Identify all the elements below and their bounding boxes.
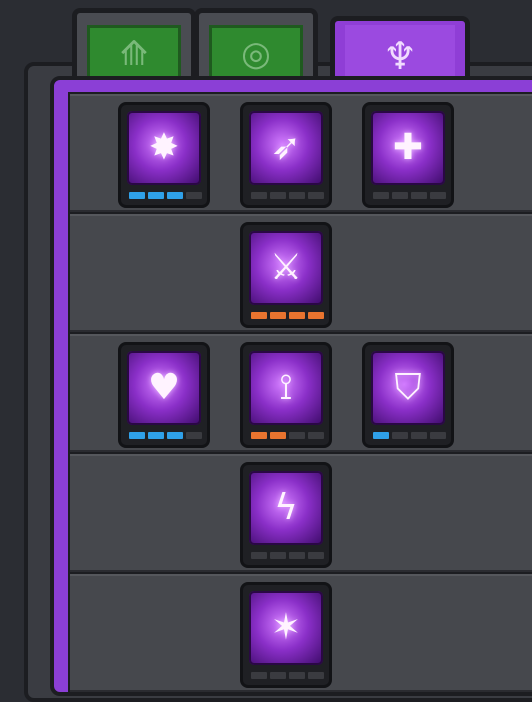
level-pip bbox=[289, 552, 305, 559]
skill-slot[interactable]: ⟟ bbox=[240, 342, 332, 448]
skill-slot[interactable]: ⚔ bbox=[240, 222, 332, 328]
dash-strike-icon: ➶ bbox=[249, 111, 323, 185]
level-pip bbox=[129, 192, 145, 199]
skill-tier-2: ⚔ bbox=[70, 214, 532, 332]
skill-tree: ✸ ➶ ✚ ⚔ ♥ ⟟ ⛉ ϟ ✶ bbox=[68, 92, 532, 692]
skill-slot[interactable]: ⛉ bbox=[362, 342, 454, 448]
twin-swords-icon: ⚔ bbox=[249, 231, 323, 305]
skill-level-pips bbox=[251, 672, 324, 679]
level-pip bbox=[270, 192, 286, 199]
skill-tier-5: ✶ bbox=[70, 574, 532, 692]
level-pip bbox=[289, 432, 305, 439]
level-pip bbox=[186, 432, 202, 439]
burst-flames-icon: ✸ bbox=[127, 111, 201, 185]
skill-panel: ✸ ➶ ✚ ⚔ ♥ ⟟ ⛉ ϟ ✶ bbox=[50, 76, 532, 696]
skill-tier-1: ✸ ➶ ✚ bbox=[70, 94, 532, 212]
skill-level-pips bbox=[373, 432, 446, 439]
skill-slot[interactable]: ➶ bbox=[240, 102, 332, 208]
shield-up-icon: ⛉ bbox=[371, 351, 445, 425]
spiral-icon: ◎ bbox=[241, 34, 271, 74]
level-pip bbox=[251, 192, 267, 199]
level-pip bbox=[251, 312, 267, 319]
level-pip bbox=[373, 192, 389, 199]
skill-level-pips bbox=[251, 552, 324, 559]
level-pip bbox=[270, 672, 286, 679]
level-pip bbox=[148, 192, 164, 199]
level-pip bbox=[411, 192, 427, 199]
level-pip bbox=[167, 192, 183, 199]
level-pip bbox=[392, 192, 408, 199]
bow-icon: ⟰ bbox=[119, 34, 149, 74]
skill-level-pips bbox=[251, 312, 324, 319]
level-pip bbox=[308, 192, 324, 199]
level-pip bbox=[270, 312, 286, 319]
tab-spiral[interactable]: ◎ bbox=[194, 8, 318, 80]
skill-level-pips bbox=[251, 432, 324, 439]
skill-slot[interactable]: ✸ bbox=[118, 102, 210, 208]
level-pip bbox=[308, 672, 324, 679]
lightning-arrow-icon: ϟ bbox=[249, 471, 323, 545]
skill-level-pips bbox=[129, 432, 202, 439]
sword-storm-icon: ✶ bbox=[249, 591, 323, 665]
skill-level-pips bbox=[129, 192, 202, 199]
pet-heart-icon: ♥ bbox=[127, 351, 201, 425]
level-pip bbox=[148, 432, 164, 439]
skill-slot[interactable]: ✶ bbox=[240, 582, 332, 688]
level-pip bbox=[411, 432, 427, 439]
level-pip bbox=[251, 432, 267, 439]
level-pip bbox=[308, 432, 324, 439]
skill-tier-4: ϟ bbox=[70, 454, 532, 572]
level-pip bbox=[251, 552, 267, 559]
level-pip bbox=[430, 192, 446, 199]
level-pip bbox=[289, 672, 305, 679]
skill-slot[interactable]: ♥ bbox=[118, 342, 210, 448]
skill-slot[interactable]: ✚ bbox=[362, 102, 454, 208]
level-pip bbox=[392, 432, 408, 439]
level-pip bbox=[270, 432, 286, 439]
sword-pillar-icon: ⟟ bbox=[249, 351, 323, 425]
level-pip bbox=[167, 432, 183, 439]
heal-cross-icon: ✚ bbox=[371, 111, 445, 185]
level-pip bbox=[289, 312, 305, 319]
level-pip bbox=[129, 432, 145, 439]
level-pip bbox=[373, 432, 389, 439]
level-pip bbox=[289, 192, 305, 199]
tab-archery[interactable]: ⟰ bbox=[72, 8, 196, 80]
skill-tier-3: ♥ ⟟ ⛉ bbox=[70, 334, 532, 452]
crest-icon: ♆ bbox=[382, 33, 418, 78]
level-pip bbox=[186, 192, 202, 199]
level-pip bbox=[270, 552, 286, 559]
level-pip bbox=[308, 312, 324, 319]
skill-level-pips bbox=[251, 192, 324, 199]
level-pip bbox=[251, 672, 267, 679]
level-pip bbox=[308, 552, 324, 559]
skill-level-pips bbox=[373, 192, 446, 199]
level-pip bbox=[430, 432, 446, 439]
skill-slot[interactable]: ϟ bbox=[240, 462, 332, 568]
